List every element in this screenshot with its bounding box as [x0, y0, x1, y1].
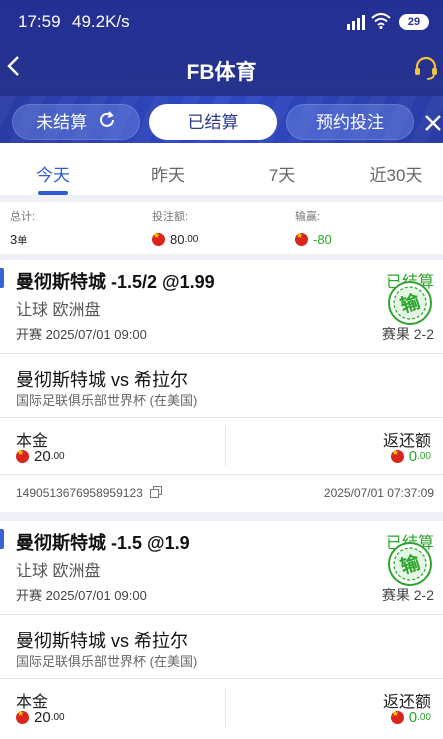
tab-7-days[interactable]: 7天 [232, 161, 332, 186]
currency-flag-icon [152, 231, 165, 246]
order-id: 1490513676958959123 [16, 486, 143, 500]
principal-amount: 20.00 [16, 709, 65, 726]
summary-total-count: 3 [10, 232, 18, 247]
divider [225, 687, 226, 727]
currency-flag-icon [295, 231, 308, 246]
bet-pick: 曼彻斯特城 -1.5 @1.9 [16, 529, 190, 555]
bet-market: 让球 欧洲盘 [16, 302, 101, 319]
divider [225, 426, 226, 466]
summary-stake: 投注额: 80.00 [152, 208, 198, 247]
match-name: 曼彻斯特城 vs 希拉尔 [16, 631, 189, 651]
currency-flag-icon [390, 709, 404, 724]
currency-flag-icon [16, 448, 29, 463]
customer-service-button[interactable] [413, 55, 439, 86]
summary-total-label: 总计: [10, 211, 36, 223]
headset-icon [415, 56, 437, 80]
tab-today-label: 今天 [36, 166, 70, 185]
nav-bar: FB体育 [0, 44, 443, 94]
principal-dec: .00 [50, 712, 65, 723]
summary-winloss-amount: -80 [313, 232, 332, 247]
league-name: 国际足联俱乐部世界杯 (在美国) [16, 393, 198, 408]
bet-pick-text: 曼彻斯特城 -1.5 @1.9 [16, 533, 190, 553]
tab-7-days-label: 7天 [268, 166, 296, 185]
card-accent-bar [0, 268, 4, 288]
principal-int: 20 [34, 709, 51, 726]
tab-yesterday-label: 昨天 [151, 166, 185, 185]
return-dec: .00 [417, 451, 431, 462]
principal-int: 20 [34, 448, 51, 465]
summary-stake-dec: .00 [184, 234, 199, 245]
bet-pick-text: 曼彻斯特城 -1.5/2 @1.99 [16, 272, 215, 292]
return-int: 0 [408, 709, 418, 726]
status-bar: 17:59 49.2K/s 29 [0, 0, 443, 44]
match-start-time: 开赛 2025/07/01 09:00 [16, 327, 147, 342]
card-accent-bar [0, 529, 4, 549]
network-speed: 49.2K/s [72, 12, 130, 31]
tab-settled[interactable]: 已结算 [149, 104, 277, 140]
currency-flag-icon [16, 709, 29, 724]
return-dec: .00 [417, 712, 431, 723]
summary-winloss-label: 输赢: [295, 211, 321, 223]
currency-flag-icon [390, 448, 404, 463]
divider [0, 474, 443, 475]
principal-amount: 20.00 [16, 448, 65, 465]
close-button[interactable] [424, 106, 443, 138]
refresh-icon[interactable] [98, 106, 116, 142]
date-filter-tabs: 今天 昨天 7天 近30天 [0, 143, 443, 195]
order-id-row: 1490513676958959123 [16, 486, 163, 501]
match-start-time: 开赛 2025/07/01 09:00 [16, 588, 147, 603]
match-name: 曼彻斯特城 vs 希拉尔 [16, 370, 189, 390]
summary-winloss-value: -80 [295, 231, 332, 247]
divider [0, 417, 443, 418]
settled-time: 2025/07/01 07:37:09 [323, 486, 434, 500]
status-time: 17:59 [18, 12, 61, 31]
bet-card[interactable]: 曼彻斯特城 -1.5/2 @1.99 已结算 让球 欧洲盘 开赛 2025/07… [0, 260, 443, 512]
principal-dec: .00 [50, 451, 65, 462]
return-amount: 0.00 [390, 448, 431, 465]
copy-icon[interactable] [150, 486, 163, 501]
summary-stake-value: 80.00 [152, 231, 199, 247]
summary-total-unit: 单 [17, 236, 28, 247]
bet-status-tabs: 未结算 已结算 预约投注 [0, 104, 443, 140]
signal-icon [347, 14, 365, 35]
tab-scheduled-label: 预约投注 [316, 113, 384, 132]
bet-pick: 曼彻斯特城 -1.5/2 @1.99 [16, 268, 215, 294]
battery-icon: 29 [399, 14, 429, 30]
lose-stamp-icon: 输 [388, 281, 432, 325]
summary-winloss: 输赢: -80 [295, 208, 332, 247]
tab-today[interactable]: 今天 [3, 161, 103, 195]
lose-stamp-icon: 输 [388, 542, 432, 586]
tab-unsettled-label: 未结算 [36, 113, 88, 132]
summary-total-value: 3单 [10, 232, 35, 247]
match-result: 赛果 2-2 [381, 587, 434, 603]
divider [0, 353, 443, 354]
bet-card[interactable]: 曼彻斯特城 -1.5 @1.9 已结算 让球 欧洲盘 开赛 2025/07/01… [0, 521, 443, 739]
return-amount: 0.00 [390, 709, 431, 726]
divider [0, 678, 443, 679]
summary-bar: 总计: 3单 投注额: 80.00 输赢: -80 [0, 202, 443, 254]
tab-30-days-label: 近30天 [369, 166, 423, 185]
summary-total: 总计: 3单 [10, 208, 35, 247]
divider [0, 614, 443, 615]
close-icon [425, 115, 441, 131]
tab-unsettled[interactable]: 未结算 [12, 104, 140, 140]
tab-settled-label: 已结算 [187, 113, 239, 132]
tab-yesterday[interactable]: 昨天 [118, 161, 218, 186]
summary-stake-int: 80 [170, 232, 185, 247]
tab-30-days[interactable]: 近30天 [346, 161, 443, 186]
bet-market: 让球 欧洲盘 [16, 563, 101, 580]
active-tab-indicator [38, 191, 68, 195]
tab-scheduled[interactable]: 预约投注 [286, 104, 414, 140]
page-title: FB体育 [186, 61, 257, 84]
league-name: 国际足联俱乐部世界杯 (在美国) [16, 654, 198, 669]
return-int: 0 [408, 448, 418, 465]
wifi-icon [371, 13, 391, 34]
match-result: 赛果 2-2 [381, 326, 434, 342]
summary-stake-label: 投注额: [152, 211, 189, 223]
